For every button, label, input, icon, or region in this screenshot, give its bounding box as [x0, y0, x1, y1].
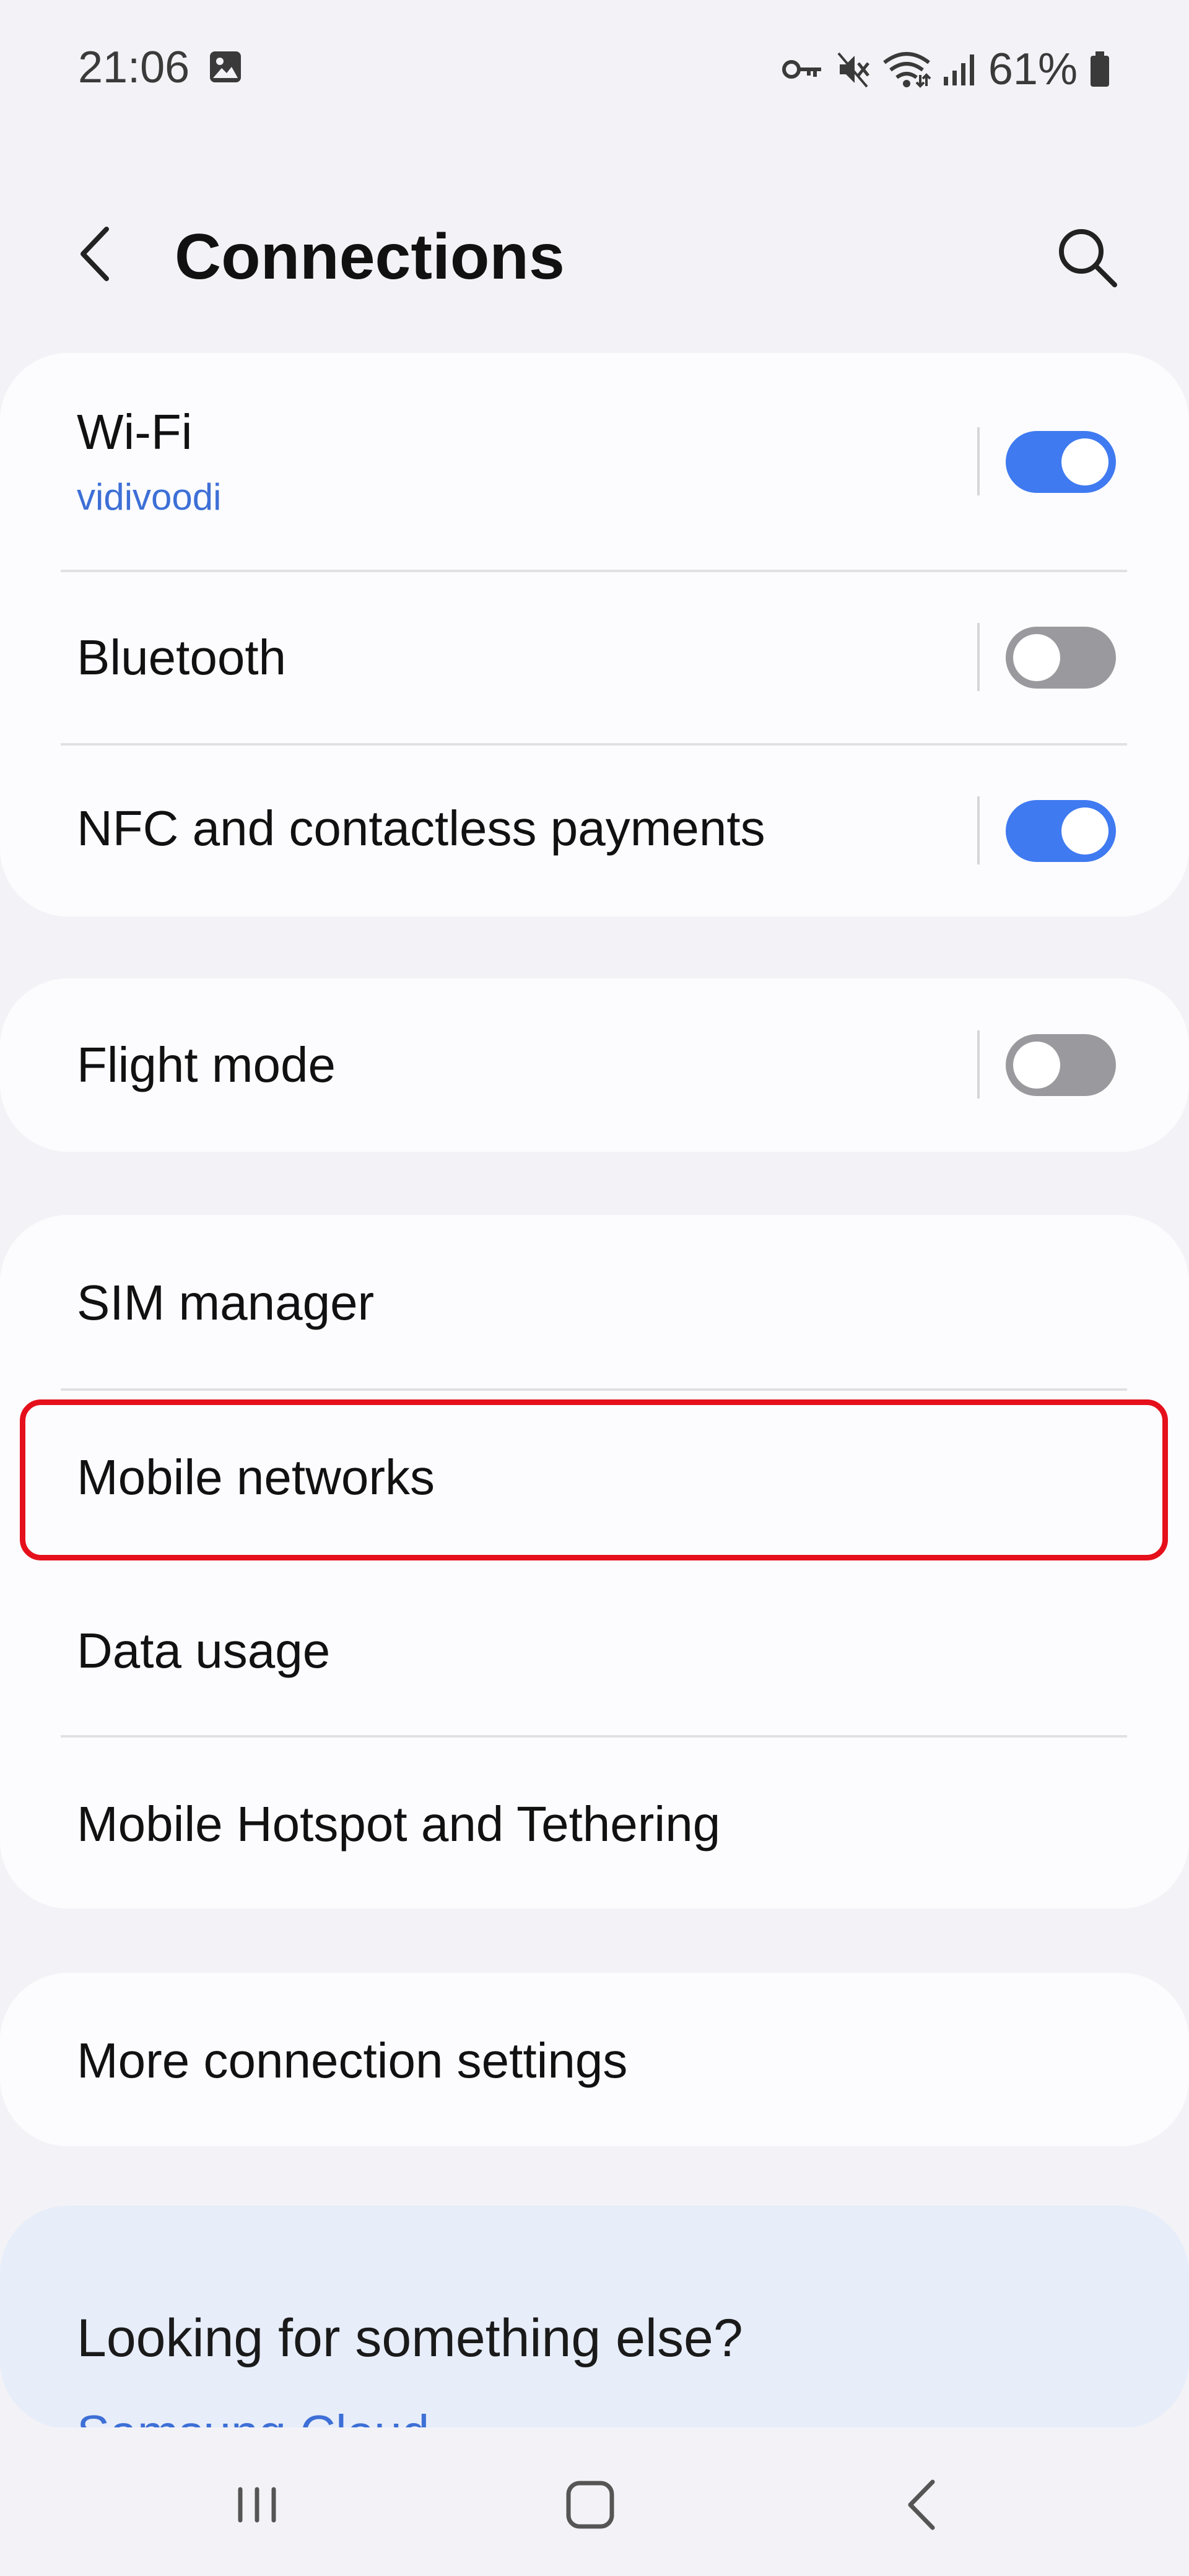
status-icons: 61% [782, 45, 1111, 94]
mute-icon [836, 51, 871, 88]
suggestions-card: Looking for something else? Samsung Clou… [0, 2206, 1189, 2429]
settings-group-more: More connection settings [0, 1973, 1189, 2146]
recent-apps-button[interactable] [217, 2465, 297, 2545]
vpn-key-icon [782, 57, 825, 82]
bluetooth-row[interactable]: Bluetooth [0, 572, 1189, 743]
status-time: 21:06 [78, 43, 190, 92]
gallery-icon [208, 50, 243, 84]
row-separator [977, 796, 980, 864]
home-button[interactable] [550, 2465, 630, 2545]
status-bar: 21:06 61% [0, 0, 1189, 136]
row-separator [977, 623, 980, 691]
search-button[interactable] [1053, 223, 1121, 291]
settings-group-wireless: Wi-Fi vidivoodi Bluetooth NFC and contac… [0, 353, 1189, 916]
recent-apps-icon [238, 2487, 276, 2523]
more-connection-settings-row[interactable]: More connection settings [0, 1973, 1189, 2146]
hotspot-label: Mobile Hotspot and Tethering [77, 1796, 721, 1852]
more-connection-settings-label: More connection settings [77, 2033, 628, 2088]
flight-mode-label: Flight mode [77, 1037, 336, 1092]
settings-group-flight: Flight mode [0, 978, 1189, 1152]
home-icon [566, 2481, 614, 2529]
data-usage-row[interactable]: Data usage [0, 1564, 1189, 1735]
sim-manager-label: SIM manager [77, 1275, 375, 1330]
bluetooth-label: Bluetooth [77, 630, 287, 685]
sim-manager-row[interactable]: SIM manager [0, 1215, 1189, 1388]
back-icon [908, 2479, 935, 2530]
suggestions-title: Looking for something else? [77, 2308, 743, 2368]
navigation-bar [0, 2427, 1189, 2576]
signal-icon [943, 52, 977, 87]
flight-mode-row[interactable]: Flight mode [0, 978, 1189, 1152]
nfc-label: NFC and contactless payments [77, 801, 765, 856]
chevron-left-icon [81, 227, 109, 281]
nfc-toggle[interactable] [1006, 800, 1116, 862]
row-separator [977, 427, 980, 495]
data-usage-label: Data usage [77, 1623, 331, 1678]
settings-group-mobile: SIM manager Mobile networks Data usage M… [0, 1215, 1189, 1908]
battery-icon [1089, 50, 1111, 89]
row-separator [977, 1030, 980, 1099]
wifi-network-name: vidivoodi [77, 476, 222, 518]
flight-mode-toggle[interactable] [1006, 1034, 1116, 1096]
app-header: Connections [0, 204, 1189, 303]
back-nav-button[interactable] [883, 2465, 964, 2545]
bluetooth-toggle[interactable] [1006, 627, 1116, 689]
wifi-icon [882, 50, 931, 89]
page-title: Connections [175, 221, 565, 293]
search-icon [1059, 229, 1117, 287]
back-button[interactable] [68, 223, 130, 285]
nfc-row[interactable]: NFC and contactless payments [0, 746, 1189, 916]
wifi-row[interactable]: Wi-Fi vidivoodi [0, 353, 1189, 570]
battery-percent: 61% [988, 45, 1078, 94]
samsung-cloud-link[interactable]: Samsung Cloud [77, 2405, 429, 2429]
hotspot-row[interactable]: Mobile Hotspot and Tethering [0, 1738, 1189, 1908]
mobile-networks-highlight [20, 1399, 1168, 1560]
wifi-toggle[interactable] [1006, 431, 1116, 493]
wifi-label: Wi-Fi [77, 404, 193, 459]
